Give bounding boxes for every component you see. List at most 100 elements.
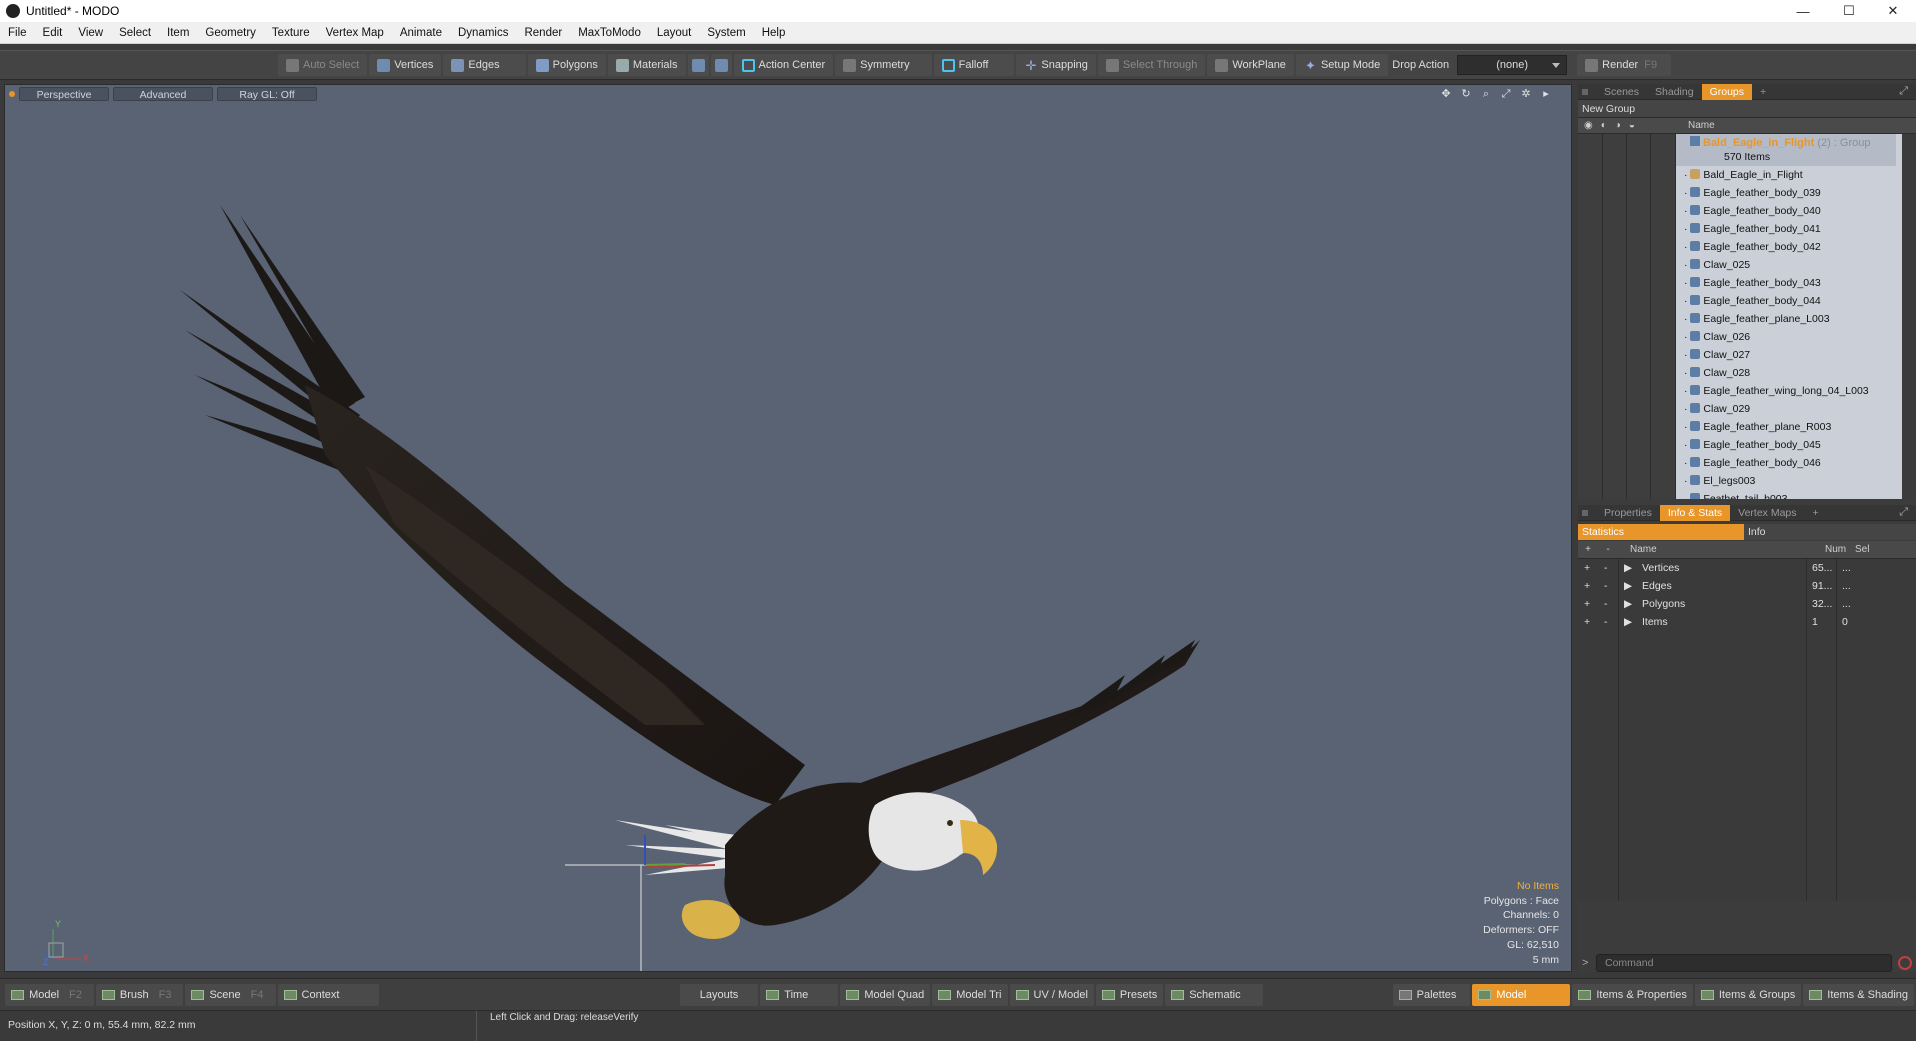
group-item-row[interactable]: · El_legs003 xyxy=(1676,472,1755,490)
subtab-info[interactable]: Info xyxy=(1744,524,1916,540)
menu-animate[interactable]: Animate xyxy=(392,27,450,39)
render-button[interactable]: Render F9 xyxy=(1577,54,1672,76)
symmetry-button[interactable]: Symmetry xyxy=(835,54,932,76)
3d-viewport[interactable]: Perspective Advanced Ray GL: Off ✥ ↻ ⌕ ⤢… xyxy=(4,84,1572,972)
select-through-button[interactable]: Select Through xyxy=(1097,54,1206,76)
group-item-row[interactable]: · Eagle_feather_body_039 xyxy=(1676,184,1821,202)
group-item-row[interactable]: · Eagle_feather_body_046 xyxy=(1676,454,1821,472)
add-tab-button[interactable]: + xyxy=(1752,84,1774,100)
add-tab-button-2[interactable]: + xyxy=(1805,505,1827,521)
layouts-button[interactable]: Layouts xyxy=(679,983,759,1006)
menu-system[interactable]: System xyxy=(699,27,753,39)
workplane-button[interactable]: WorkPlane xyxy=(1207,54,1294,76)
layout-items-shading-button[interactable]: Items & Shading xyxy=(1803,983,1914,1006)
tab-groups[interactable]: Groups xyxy=(1701,83,1753,100)
group-item-row[interactable]: · Feathet_tail_b003 xyxy=(1676,490,1788,499)
layout-brush-button[interactable]: Brush F3 xyxy=(95,983,184,1006)
group-item-row[interactable]: · Claw_025 xyxy=(1676,256,1750,274)
palettes-button[interactable]: Palettes xyxy=(1392,983,1471,1006)
command-bar: > Command xyxy=(1582,954,1912,972)
menu-layout[interactable]: Layout xyxy=(649,27,700,39)
layout-items-properties-button[interactable]: Items & Properties xyxy=(1572,983,1693,1006)
select-column-icon[interactable]: ◒ xyxy=(1629,120,1635,131)
setup-mode-button[interactable]: ✦ Setup Mode xyxy=(1295,54,1389,76)
tab-shading[interactable]: Shading xyxy=(1647,84,1702,100)
menu-select[interactable]: Select xyxy=(111,27,159,39)
menu-view[interactable]: View xyxy=(70,27,111,39)
panel-menu-icon[interactable] xyxy=(1582,88,1588,95)
panel-menu-icon-2[interactable] xyxy=(1582,509,1588,516)
layout-scene-button[interactable]: Scene F4 xyxy=(185,983,276,1006)
polygons-button[interactable]: Polygons xyxy=(527,54,606,76)
group-item-row[interactable]: · Eagle_feather_body_043 xyxy=(1676,274,1821,292)
groups-scrollbar[interactable] xyxy=(1902,134,1916,499)
tab-info-stats[interactable]: Info & Stats xyxy=(1659,504,1731,521)
maximize-button[interactable]: ☐ xyxy=(1826,0,1872,22)
group-item-row[interactable]: · Claw_028 xyxy=(1676,364,1750,382)
menu-item[interactable]: Item xyxy=(159,27,197,39)
visibility-column-icon[interactable]: ◉ xyxy=(1584,120,1593,131)
group-item-row[interactable]: · Bald_Eagle_in_Flight xyxy=(1676,166,1803,184)
menu-dynamics[interactable]: Dynamics xyxy=(450,27,516,39)
group-item-row[interactable]: · Eagle_feather_body_042 xyxy=(1676,238,1821,256)
group-item-row[interactable]: · Claw_026 xyxy=(1676,328,1750,346)
action-center-button[interactable]: Action Center xyxy=(733,54,834,76)
layout-context-button[interactable]: Context xyxy=(277,983,380,1006)
stats-row[interactable]: + - ▶ Edges 91...... xyxy=(1578,577,1916,595)
panel-expand-icon[interactable]: ⤢ xyxy=(1899,85,1908,98)
tab-vertex-maps[interactable]: Vertex Maps xyxy=(1730,505,1804,521)
eagle-model[interactable] xyxy=(5,85,1572,972)
close-button[interactable]: ✕ xyxy=(1870,0,1916,22)
stats-row[interactable]: + - ▶ Items 1 0 xyxy=(1578,613,1916,631)
vertices-button[interactable]: Vertices xyxy=(369,54,442,76)
auto-select-button[interactable]: Auto Select xyxy=(278,54,368,76)
layout-model-tri-button[interactable]: Model Tri xyxy=(932,983,1008,1006)
layout-presets-button[interactable]: Presets xyxy=(1095,983,1164,1006)
snapping-button[interactable]: ✛ Snapping xyxy=(1016,54,1096,76)
edges-button[interactable]: Edges xyxy=(443,54,526,76)
layout-schematic-button[interactable]: Schematic xyxy=(1165,983,1263,1006)
panel-expand-icon-2[interactable]: ⤢ xyxy=(1899,506,1908,519)
layout-time-button[interactable]: Time xyxy=(760,983,839,1006)
tab-scenes[interactable]: Scenes xyxy=(1596,84,1647,100)
layout-model-button[interactable]: Model F2 xyxy=(5,983,94,1006)
menu-help[interactable]: Help xyxy=(754,27,794,39)
layout-model-quad-button[interactable]: Model Quad xyxy=(840,983,931,1006)
menu-maxtomodo[interactable]: MaxToModo xyxy=(570,27,649,39)
group-item-row[interactable]: · Eagle_feather_wing_long_04_L003 xyxy=(1676,382,1869,400)
menu-edit[interactable]: Edit xyxy=(35,27,71,39)
select-mode-button-b[interactable] xyxy=(710,54,732,76)
group-item-row[interactable]: · Eagle_feather_plane_L003 xyxy=(1676,310,1830,328)
group-item-row[interactable]: · Eagle_feather_plane_R003 xyxy=(1676,418,1831,436)
menu-file[interactable]: File xyxy=(0,27,35,39)
render-column-icon[interactable]: ◐ xyxy=(1601,120,1607,131)
minimize-button[interactable]: — xyxy=(1780,0,1826,22)
group-item-row[interactable]: · Eagle_feather_body_041 xyxy=(1676,220,1821,238)
lock-column-icon[interactable]: ◑ xyxy=(1615,120,1621,131)
layout-uv-model-button[interactable]: UV / Model xyxy=(1009,983,1094,1006)
menu-geometry[interactable]: Geometry xyxy=(197,27,264,39)
name-column-header[interactable]: Name xyxy=(1676,120,1715,131)
command-input[interactable]: Command xyxy=(1596,954,1892,972)
materials-button[interactable]: Materials xyxy=(607,54,686,76)
group-item-row[interactable]: · Claw_027 xyxy=(1676,346,1750,364)
drop-action-select[interactable]: (none) xyxy=(1457,55,1568,75)
group-item-row[interactable]: · Eagle_feather_body_044 xyxy=(1676,292,1821,310)
subtab-statistics[interactable]: Statistics xyxy=(1578,524,1744,540)
group-item-row[interactable]: · Eagle_feather_body_040 xyxy=(1676,202,1821,220)
menu-vertex-map[interactable]: Vertex Map xyxy=(318,27,392,39)
layout-model-active-button[interactable]: Model xyxy=(1472,983,1571,1006)
tab-properties[interactable]: Properties xyxy=(1596,505,1660,521)
menu-texture[interactable]: Texture xyxy=(264,27,318,39)
layout-items-groups-button[interactable]: Items & Groups xyxy=(1694,983,1802,1006)
select-mode-button-a[interactable] xyxy=(687,54,709,76)
stats-row[interactable]: + - ▶ Polygons 32...... xyxy=(1578,595,1916,613)
stats-row[interactable]: + - ▶ Vertices 65...... xyxy=(1578,559,1916,577)
new-group-button[interactable]: New Group xyxy=(1578,100,1916,118)
group-item-row[interactable]: · Eagle_feather_body_045 xyxy=(1676,436,1821,454)
menu-render[interactable]: Render xyxy=(516,27,570,39)
group-item-row[interactable]: · Claw_029 xyxy=(1676,400,1750,418)
falloff-button[interactable]: Falloff xyxy=(933,54,1015,76)
groups-list[interactable]: Bald_Eagle_in_Flight (2) : Group 570 Ite… xyxy=(1578,134,1916,499)
command-record-icon[interactable] xyxy=(1898,956,1912,970)
